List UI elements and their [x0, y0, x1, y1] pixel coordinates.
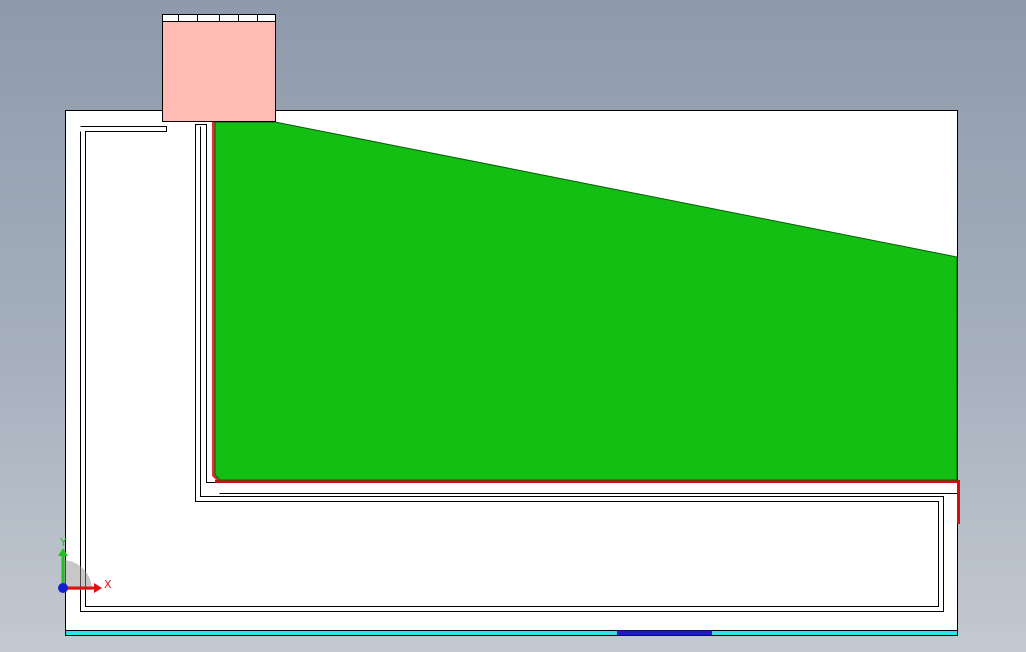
- x-axis-label: X: [104, 578, 112, 591]
- y-axis-label: Y: [59, 536, 67, 549]
- origin-dot-icon: [58, 583, 68, 593]
- pink-block[interactable]: [162, 21, 276, 122]
- model-view[interactable]: X Y: [0, 0, 1026, 652]
- graphics-viewport[interactable]: X Y: [0, 0, 1026, 652]
- cyan-base-strip[interactable]: [65, 630, 958, 636]
- blue-base-segment[interactable]: [617, 630, 712, 636]
